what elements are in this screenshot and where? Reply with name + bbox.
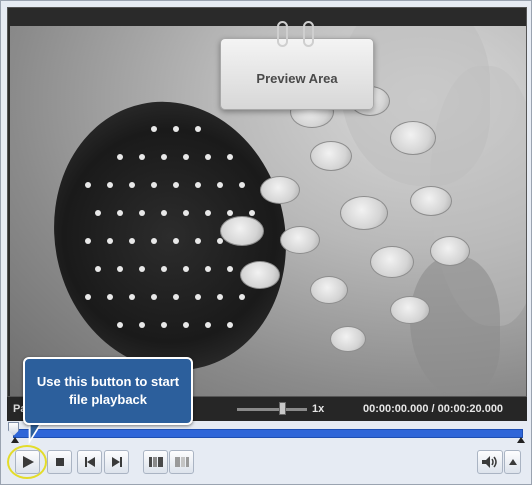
playback-hint-callout: Use this button to start file playback [23, 357, 193, 425]
flower-bud [390, 296, 430, 324]
speaker-icon [482, 456, 497, 468]
mark-out-button[interactable] [169, 450, 194, 474]
flower-bud [330, 326, 366, 352]
flower-bud [370, 246, 414, 278]
flower-bud [240, 261, 280, 289]
flower-bud [390, 121, 436, 155]
volume-menu-button[interactable] [504, 450, 521, 474]
preview-area-tag: Preview Area [220, 21, 374, 110]
binder-ring [303, 21, 314, 47]
volume-button[interactable] [477, 450, 503, 474]
timeline-start-marker [11, 437, 19, 443]
chevron-up-icon [508, 459, 517, 465]
timeline-end-marker [517, 437, 525, 443]
play-icon [22, 456, 34, 468]
mark-in-button[interactable] [143, 450, 168, 474]
flower-bud [310, 276, 348, 304]
skip-forward-icon [111, 457, 122, 467]
speed-value: 1x [312, 403, 325, 415]
flower-bud [340, 196, 388, 230]
callout-text: Use this button to start file playback [36, 374, 180, 407]
stop-button[interactable] [47, 450, 72, 474]
speed-slider-track[interactable] [237, 408, 307, 411]
previous-button[interactable] [77, 450, 102, 474]
speed-slider-thumb[interactable] [279, 402, 286, 415]
preview-area: Preview Area [7, 7, 527, 397]
next-button[interactable] [104, 450, 129, 474]
timeline-bar[interactable] [13, 429, 523, 438]
player-window: Preview Area Pa 1x 00:00:00.000 / 00:00:… [0, 0, 532, 485]
timecode: 00:00:00.000 / 00:00:20.000 [363, 403, 504, 415]
mark-in-icon [148, 457, 163, 467]
preview-area-label: Preview Area [256, 71, 338, 86]
flower-bud [220, 216, 264, 246]
flower-bud [310, 141, 352, 171]
mark-out-icon [174, 457, 189, 467]
flower-bud [410, 186, 452, 216]
skip-back-icon [84, 457, 95, 467]
binder-ring [277, 21, 288, 47]
stop-icon [55, 458, 64, 466]
play-button[interactable] [15, 450, 40, 474]
flower-bud [280, 226, 320, 254]
flower-bud [260, 176, 300, 204]
flower-bud [430, 236, 470, 266]
